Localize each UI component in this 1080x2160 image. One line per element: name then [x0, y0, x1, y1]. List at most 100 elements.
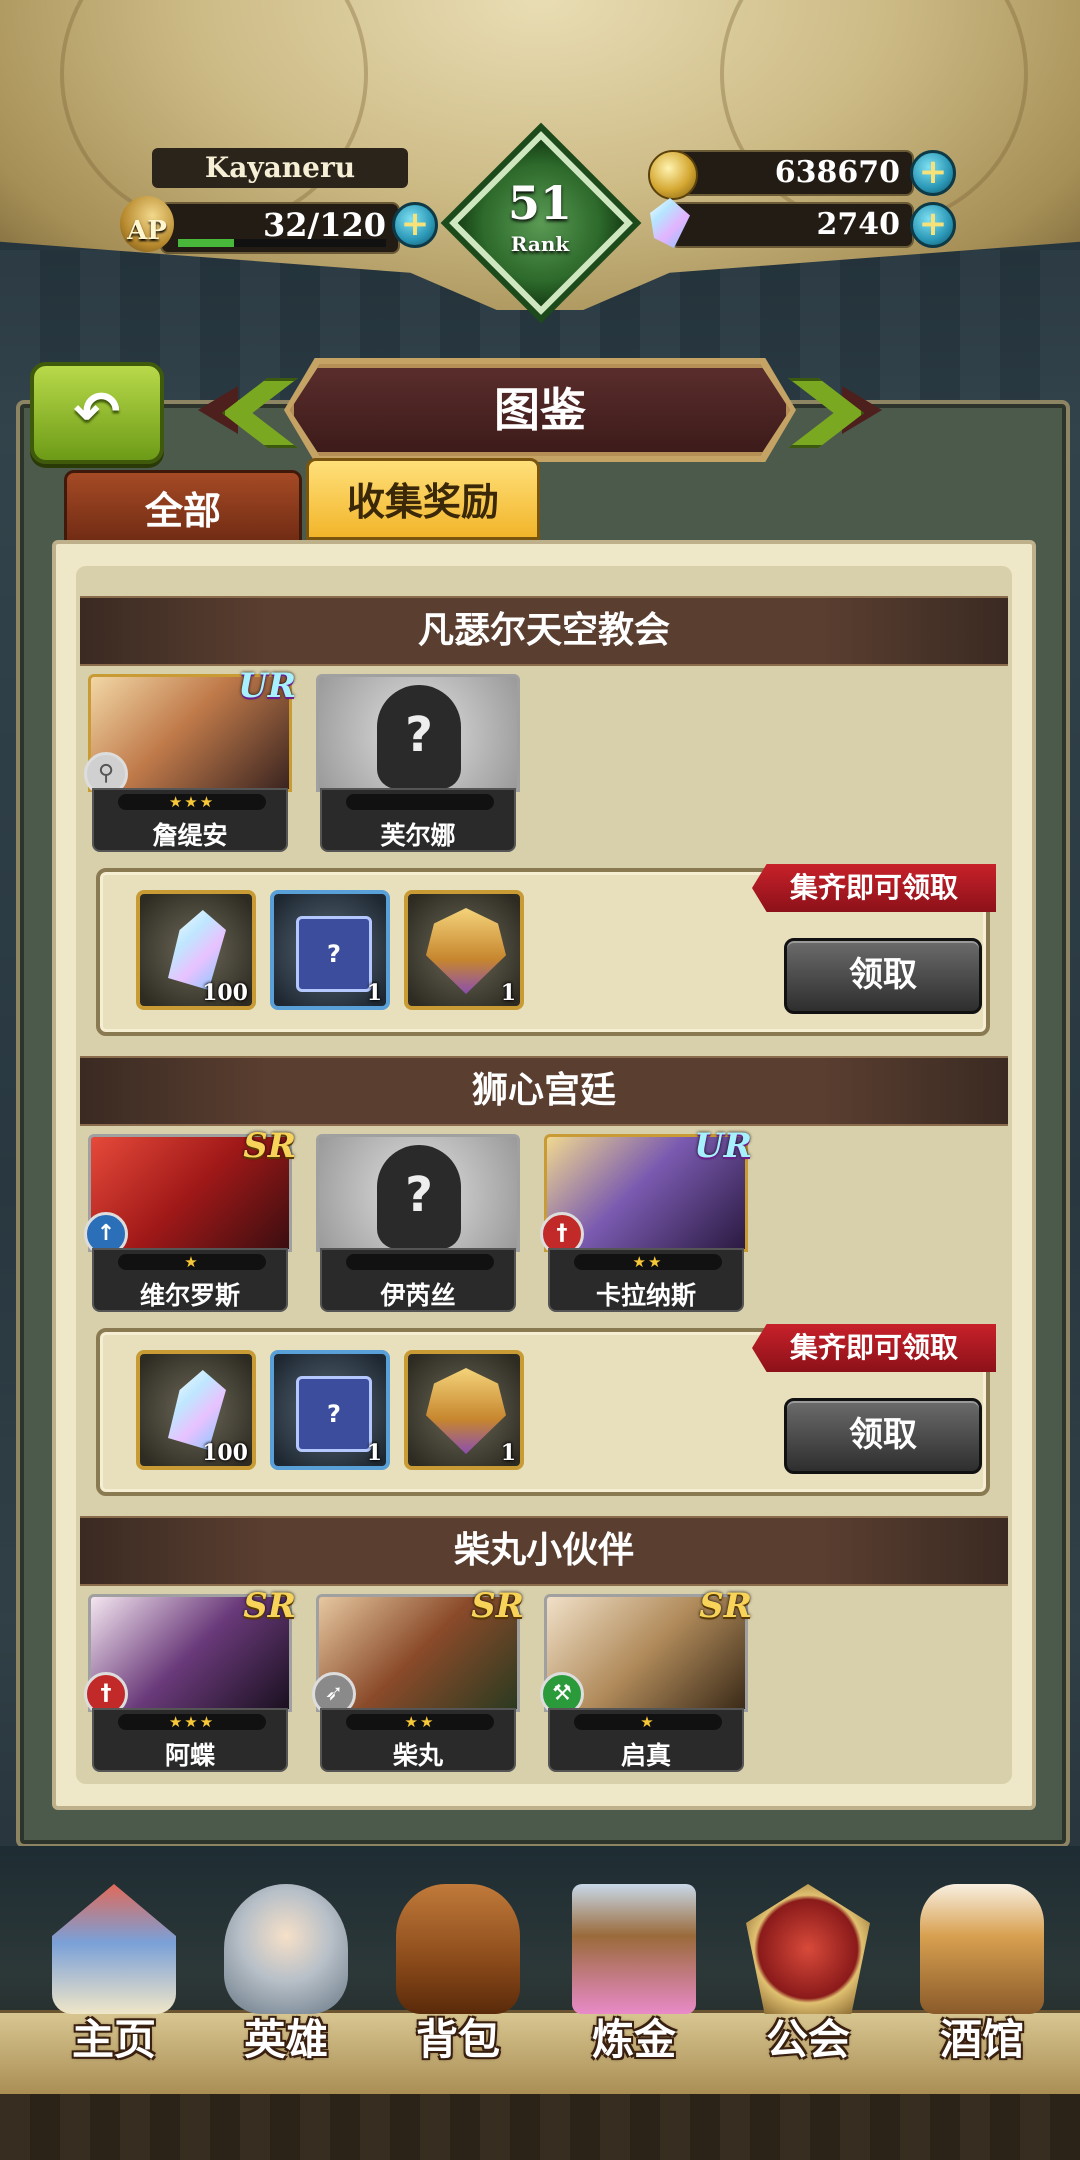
- emblem-icon: [426, 1368, 506, 1454]
- hero-name: 卡拉纳斯: [595, 1281, 696, 1310]
- collect-tag: 集齐即可领取: [752, 864, 996, 912]
- reward-item[interactable]: 100: [136, 890, 256, 1010]
- hero-card[interactable]: SR ⚒ ★ 启真: [540, 1586, 752, 1772]
- nav-home[interactable]: 主页: [34, 1884, 194, 2064]
- tab-all[interactable]: 全部: [64, 470, 302, 548]
- rank-badge: 51 Rank: [449, 131, 633, 315]
- hero-card-locked[interactable]: ? 芙尔娜: [316, 674, 520, 852]
- reward-box: 100 ? 1 1 集齐即可领取 领取: [96, 1324, 996, 1496]
- hero-name: 伊芮丝: [380, 1281, 456, 1310]
- hero-plate: ★★★ 阿蝶: [92, 1708, 288, 1772]
- hero-name: 维尔罗斯: [139, 1281, 240, 1310]
- locked-portrait: ?: [316, 1134, 520, 1252]
- reward-item[interactable]: ? 1: [270, 890, 390, 1010]
- reward-item[interactable]: 1: [404, 890, 524, 1010]
- item-count: 100: [202, 980, 248, 1006]
- item-count: 1: [500, 1440, 516, 1466]
- ap-fill: [178, 239, 235, 247]
- emblem-icon: [426, 908, 506, 994]
- gold-bar: 638670: [670, 150, 914, 196]
- claim-button[interactable]: 领取: [784, 1398, 982, 1474]
- gold-coin-icon: [648, 150, 698, 200]
- hero-name: 芙尔娜: [380, 821, 456, 850]
- backpack-icon: [396, 1884, 520, 2014]
- hero-name: 柴丸: [392, 1741, 443, 1770]
- hero-plate: ★★ 柴丸: [320, 1708, 516, 1772]
- hud-ornament: [60, 0, 368, 228]
- hero-plate: ★ 维尔罗斯: [92, 1248, 288, 1312]
- back-arrow-icon: ↶: [73, 380, 121, 445]
- collection-list[interactable]: 凡瑟尔天空教会 UR ⚲ ★★★ 詹缇安 ? 芙尔娜 100 ? 1 1 集齐即…: [76, 566, 1012, 1784]
- hero-card[interactable]: SR ↑ ★ 维尔罗斯: [84, 1126, 296, 1312]
- nav-bag[interactable]: 背包: [378, 1884, 538, 2064]
- hero-card[interactable]: UR ⚲ ★★★ 詹缇安: [84, 666, 296, 852]
- section-title: 狮心宫廷: [80, 1056, 1008, 1126]
- back-button[interactable]: ↶: [30, 362, 164, 464]
- hero-plate: 芙尔娜: [320, 788, 516, 852]
- rank-label: Rank: [510, 232, 570, 256]
- nav-label: 公会: [765, 2015, 850, 2064]
- reward-item[interactable]: 1: [404, 1350, 524, 1470]
- mystery-box-icon: ?: [296, 1376, 372, 1452]
- hero-name: 阿蝶: [164, 1741, 215, 1770]
- rarity-badge: SR: [243, 1126, 296, 1166]
- collect-tag: 集齐即可领取: [752, 1324, 996, 1372]
- reward-item[interactable]: 100: [136, 1350, 256, 1470]
- hero-plate: ★★★ 詹缇安: [92, 788, 288, 852]
- nav-label: 主页: [71, 2015, 156, 2064]
- add-gold-button[interactable]: +: [910, 150, 956, 196]
- crystal-icon: [168, 1370, 226, 1450]
- ap-icon: AP: [120, 196, 174, 252]
- reward-item[interactable]: ? 1: [270, 1350, 390, 1470]
- hero-card[interactable]: UR † ★★ 卡拉纳斯: [540, 1126, 752, 1312]
- hero-stars: ★: [118, 1254, 266, 1271]
- hero-name: 启真: [620, 1741, 671, 1770]
- item-count: 1: [500, 980, 516, 1006]
- hero-stars: [346, 794, 494, 810]
- hero-stars: ★★: [574, 1254, 722, 1271]
- item-count: 1: [366, 1440, 382, 1466]
- hero-card[interactable]: SR † ★★★ 阿蝶: [84, 1586, 296, 1772]
- rank-value: 51: [507, 176, 572, 230]
- gem-value: 2740: [816, 207, 901, 242]
- unknown-silhouette-icon: ?: [377, 685, 461, 789]
- gold-value: 638670: [774, 155, 900, 190]
- hero-name: 詹缇安: [152, 821, 228, 850]
- nav-guild[interactable]: 公会: [728, 1884, 888, 2064]
- hero-stars: ★★★: [118, 794, 266, 811]
- tab-collection-reward[interactable]: 收集奖励: [306, 458, 540, 540]
- nav-heroes[interactable]: 英雄: [206, 1884, 366, 2064]
- rarity-badge: SR: [243, 1586, 296, 1626]
- ap-bar: 32/120: [160, 202, 400, 254]
- hero-stars: ★: [574, 1714, 722, 1731]
- guild-shield-icon: [746, 1884, 870, 2014]
- content-panel: 凡瑟尔天空教会 UR ⚲ ★★★ 詹缇安 ? 芙尔娜 100 ? 1 1 集齐即…: [52, 540, 1036, 1810]
- hero-card-locked[interactable]: ? 伊芮丝: [316, 1134, 520, 1312]
- crystal-icon: [168, 910, 226, 990]
- nav-tavern[interactable]: 酒馆: [902, 1884, 1062, 2064]
- hero-plate: 伊芮丝: [320, 1248, 516, 1312]
- add-gems-button[interactable]: +: [910, 202, 956, 248]
- beer-mug-icon: [920, 1884, 1044, 2014]
- hero-card[interactable]: SR ➶ ★★ 柴丸: [312, 1586, 524, 1772]
- claim-button[interactable]: 领取: [784, 938, 982, 1014]
- rarity-badge: SR: [471, 1586, 524, 1626]
- nav-alchemy[interactable]: 炼金: [554, 1884, 714, 2064]
- player-name: Kayaneru: [152, 148, 408, 188]
- hero-stars: ★★: [346, 1714, 494, 1731]
- item-count: 1: [366, 980, 382, 1006]
- knight-helmet-icon: [224, 1884, 348, 2014]
- nav-label: 酒馆: [939, 2015, 1024, 2064]
- hero-plate: ★★ 卡拉纳斯: [548, 1248, 744, 1312]
- section-title: 柴丸小伙伴: [80, 1516, 1008, 1586]
- nav-label: 背包: [415, 2015, 500, 2064]
- hero-stars: [346, 1254, 494, 1270]
- rarity-badge: UR: [238, 666, 296, 706]
- gem-bar: 2740: [670, 202, 914, 248]
- ap-track: [178, 239, 386, 247]
- add-ap-button[interactable]: +: [392, 202, 438, 248]
- nav-bottom-trim: [0, 2094, 1080, 2160]
- castle-icon: [52, 1884, 176, 2014]
- rarity-badge: SR: [699, 1586, 752, 1626]
- hero-plate: ★ 启真: [548, 1708, 744, 1772]
